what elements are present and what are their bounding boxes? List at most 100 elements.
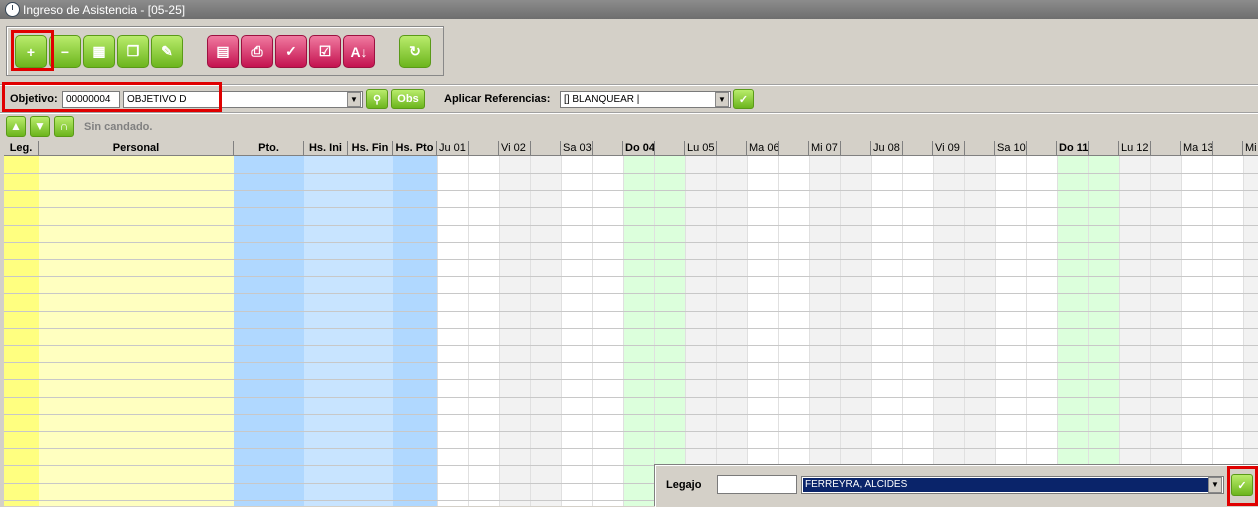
refresh-icon: ↻ bbox=[409, 43, 421, 59]
table-row[interactable] bbox=[4, 225, 1258, 226]
lock-button[interactable]: ∩ bbox=[54, 116, 74, 137]
highlight-add-button bbox=[11, 30, 54, 71]
header-day[interactable]: Lu 12 bbox=[1119, 141, 1151, 156]
move-up-button[interactable]: ▲ bbox=[6, 116, 26, 137]
header-day-sub[interactable] bbox=[1027, 141, 1057, 156]
table-row[interactable] bbox=[4, 397, 1258, 398]
leg-column bbox=[4, 156, 39, 506]
header-day-sub[interactable] bbox=[1213, 141, 1243, 156]
header-day[interactable]: Sa 03 bbox=[561, 141, 593, 156]
apply-references-button[interactable]: ✓ bbox=[733, 89, 754, 109]
header-day-sub[interactable] bbox=[841, 141, 871, 156]
sort-button[interactable]: A↓ bbox=[343, 35, 375, 68]
chevron-down-icon[interactable]: ▼ bbox=[347, 92, 361, 107]
table-row[interactable] bbox=[4, 311, 1258, 312]
chevron-down-icon[interactable]: ▼ bbox=[1208, 477, 1222, 493]
header-day[interactable]: Do 11 bbox=[1057, 141, 1089, 156]
header-day-sub[interactable] bbox=[1089, 141, 1119, 156]
header-day[interactable]: Ma 06 bbox=[747, 141, 779, 156]
table-row[interactable] bbox=[4, 448, 1258, 449]
header-day-sub[interactable] bbox=[717, 141, 747, 156]
hs-column bbox=[304, 156, 393, 506]
grid-vline bbox=[1150, 156, 1151, 506]
print-button[interactable]: ⎙ bbox=[241, 35, 273, 68]
grid-vline bbox=[747, 156, 748, 506]
header-day[interactable]: Sa 10 bbox=[995, 141, 1027, 156]
header-day-sub[interactable] bbox=[593, 141, 623, 156]
grid-vline bbox=[933, 156, 934, 506]
header-day-sub[interactable] bbox=[965, 141, 995, 156]
grid-vline bbox=[1057, 156, 1058, 506]
grid-vline bbox=[1212, 156, 1213, 506]
refresh-button[interactable]: ↻ bbox=[399, 35, 431, 68]
clipboard-button[interactable]: ▤ bbox=[207, 35, 239, 68]
table-row[interactable] bbox=[4, 190, 1258, 191]
table-row[interactable] bbox=[4, 276, 1258, 277]
grid-vline bbox=[902, 156, 903, 506]
grid-vline bbox=[437, 156, 438, 506]
pto-column bbox=[234, 156, 304, 506]
minus-icon: − bbox=[60, 43, 70, 60]
confirm-button[interactable]: ✓ bbox=[275, 35, 307, 68]
header-day[interactable]: Vi 09 bbox=[933, 141, 965, 156]
header-pto[interactable]: Pto. bbox=[234, 141, 304, 156]
header-hs-ini[interactable]: Hs. Ini bbox=[304, 141, 348, 156]
header-day-sub[interactable] bbox=[531, 141, 561, 156]
clock-icon bbox=[5, 2, 20, 17]
grid-vline bbox=[995, 156, 996, 506]
grid-vline bbox=[561, 156, 562, 506]
search-icon: ⚲ bbox=[372, 93, 382, 106]
header-day[interactable]: Vi 02 bbox=[499, 141, 531, 156]
grid-vline bbox=[1181, 156, 1182, 506]
hs-pto-column bbox=[393, 156, 437, 506]
referencias-select[interactable]: [] BLANQUEAR | bbox=[560, 91, 731, 108]
header-day-sub[interactable] bbox=[1151, 141, 1181, 156]
table-row[interactable] bbox=[4, 328, 1258, 329]
clipboard-icon: ▤ bbox=[216, 43, 230, 59]
table-row[interactable] bbox=[4, 431, 1258, 432]
table-row[interactable] bbox=[4, 173, 1258, 174]
calculator-button[interactable]: ▦ bbox=[83, 35, 115, 68]
header-day[interactable]: Ju 08 bbox=[871, 141, 903, 156]
header-hs-pto[interactable]: Hs. Pto bbox=[393, 141, 437, 156]
calendar-button[interactable]: ☑ bbox=[309, 35, 341, 68]
arrow-up-icon: ▲ bbox=[10, 119, 22, 133]
edit-button[interactable]: ✎ bbox=[151, 35, 183, 68]
legajo-select[interactable]: FERREYRA, ALCIDES bbox=[801, 476, 1224, 494]
header-day[interactable]: Ju 01 bbox=[437, 141, 469, 156]
header-day[interactable]: Mi bbox=[1243, 141, 1258, 156]
grid-vline bbox=[499, 156, 500, 506]
header-leg[interactable]: Leg. bbox=[4, 141, 39, 156]
header-day-sub[interactable] bbox=[469, 141, 499, 156]
grid-vline bbox=[654, 156, 655, 506]
check-icon: ✓ bbox=[285, 43, 297, 59]
table-row[interactable] bbox=[4, 259, 1258, 260]
table-row[interactable] bbox=[4, 414, 1258, 415]
search-button[interactable]: ⚲ bbox=[366, 89, 388, 109]
table-row[interactable] bbox=[4, 242, 1258, 243]
obs-button[interactable]: Obs bbox=[391, 89, 425, 109]
personal-column bbox=[39, 156, 234, 506]
move-down-button[interactable]: ▼ bbox=[30, 116, 50, 137]
grid-vline bbox=[1026, 156, 1027, 506]
header-personal[interactable]: Personal bbox=[39, 141, 234, 156]
header-hs-fin[interactable]: Hs. Fin bbox=[348, 141, 393, 156]
table-row[interactable] bbox=[4, 207, 1258, 208]
printer-icon: ⎙ bbox=[251, 43, 263, 59]
chevron-down-icon[interactable]: ▼ bbox=[715, 92, 729, 107]
legajo-label: Legajo bbox=[666, 479, 702, 491]
table-row[interactable] bbox=[4, 362, 1258, 363]
header-day[interactable]: Mi 07 bbox=[809, 141, 841, 156]
header-day-sub[interactable] bbox=[779, 141, 809, 156]
table-row[interactable] bbox=[4, 345, 1258, 346]
header-day-sub[interactable] bbox=[903, 141, 933, 156]
toolbar: + − ▦ ❐ ✎ ▤ ⎙ ✓ ☑ A↓ ↻ bbox=[6, 26, 444, 76]
header-day-sub[interactable] bbox=[655, 141, 685, 156]
header-day[interactable]: Lu 05 bbox=[685, 141, 717, 156]
header-day[interactable]: Do 04 bbox=[623, 141, 655, 156]
legajo-input[interactable] bbox=[717, 475, 797, 494]
table-row[interactable] bbox=[4, 293, 1258, 294]
table-row[interactable] bbox=[4, 379, 1258, 380]
header-day[interactable]: Ma 13 bbox=[1181, 141, 1213, 156]
copy-button[interactable]: ❐ bbox=[117, 35, 149, 68]
